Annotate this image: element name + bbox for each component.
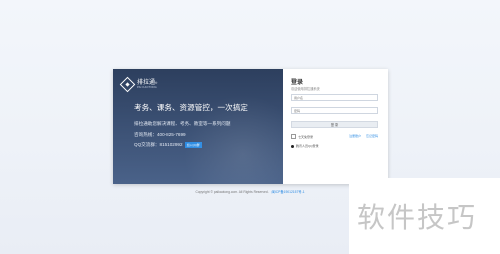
join-qq-group-button[interactable]: 加入QQ群 [184,142,202,148]
qq-login-link[interactable]: 腾讯人员QQ登录 [291,144,319,148]
logo-icon [119,76,136,93]
brand-reg: ® [155,81,158,85]
username-input[interactable] [291,94,378,101]
remember-label: 七天免登录 [298,134,314,139]
register-link[interactable]: 注册账户 [349,134,361,138]
password-input[interactable] [291,107,378,114]
promo-qq-group: QQ交流群：815102992 加入QQ群 [134,142,202,148]
qq-login-label: 腾讯人员QQ登录 [296,144,319,148]
qq-icon [291,144,294,148]
watermark-text: 软件技巧 [357,201,478,234]
forgot-password-link[interactable]: 忘记密码 [366,134,378,138]
login-panel: 登录 欢迎使用排拉通系统 登 录 七天免登录 注册账户 忘记密码 腾讯人员QQ登… [283,69,388,184]
brand-logo: 排拉通® PAI KAOTONG [119,76,158,93]
login-button[interactable]: 登 录 [291,121,378,128]
remember-me[interactable]: 七天免登录 [291,134,313,139]
qq-group-text: QQ交流群：815102992 [134,142,183,148]
promo-headline: 考务、课务、资源管控，一次搞定 [134,103,248,112]
brand-sub: PAI KAOTONG [137,86,157,89]
login-subtitle: 欢迎使用排拉通系统 [291,87,320,91]
login-title: 登录 [291,80,304,86]
account-links: 注册账户 忘记密码 [345,134,378,138]
copyright-text: Copyright © paikaotong.com. All Rights R… [195,190,269,194]
icp-link[interactable]: 闽ICP备19012157号-1 [272,190,305,194]
remember-checkbox[interactable] [291,134,296,139]
login-card: 排拉通® PAI KAOTONG 考务、课务、资源管控，一次搞定 排拉通助您解决… [113,69,388,184]
promo-hotline: 咨询热线：400-825-7699 [134,132,186,137]
promo-panel: 排拉通® PAI KAOTONG 考务、课务、资源管控，一次搞定 排拉通助您解决… [113,69,283,184]
promo-line-1: 排拉通助您解决课程、考务、教室等一系列问题 [134,121,231,126]
